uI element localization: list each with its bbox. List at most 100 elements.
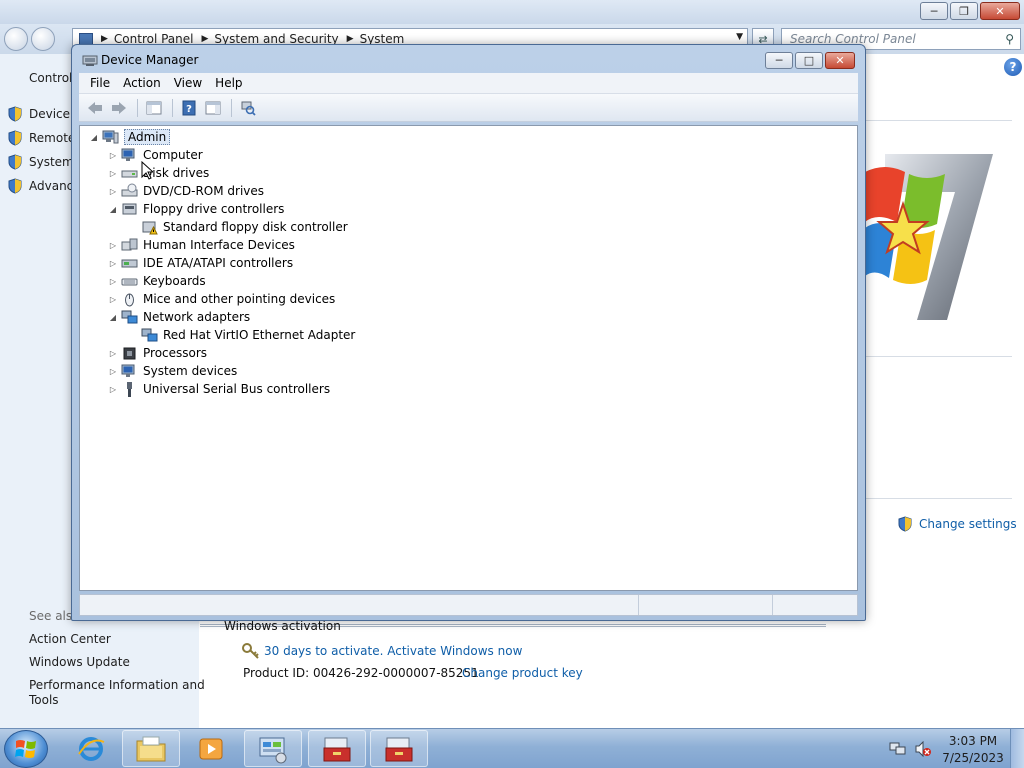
menu-file[interactable]: File (90, 76, 110, 90)
toolbar-back-button[interactable] (85, 98, 105, 118)
computer-management-taskbar-button[interactable] (370, 730, 428, 767)
performance-info-link-line2[interactable]: Tools (29, 693, 59, 707)
toolbox-icon (385, 737, 413, 761)
show-action-pane-button[interactable] (203, 98, 223, 118)
section-divider (862, 498, 1012, 499)
tree-category-row[interactable]: ▷ DVD/CD-ROM drives (80, 182, 264, 200)
tree-category-label: IDE ATA/ATAPI controllers (143, 256, 294, 270)
action-center-link[interactable]: Action Center (29, 632, 111, 646)
control-panel-home-link[interactable]: Control (29, 71, 72, 85)
tree-category-row[interactable]: ▷ System devices (80, 362, 237, 380)
tree-category-row[interactable]: ▷ IDE ATA/ATAPI controllers (80, 254, 293, 272)
search-icon[interactable]: ⚲ (1005, 32, 1014, 46)
activate-windows-link[interactable]: 30 days to activate. Activate Windows no… (242, 643, 522, 659)
change-product-key-link[interactable]: Change product key (462, 666, 583, 680)
mouse-cursor-icon (141, 161, 153, 180)
expand-arrow-icon[interactable]: ▷ (108, 276, 118, 286)
close-icon: ✕ (835, 54, 845, 67)
change-settings-link[interactable]: Change settings (898, 516, 1017, 532)
system-clock[interactable]: 3:03 PM 7/25/2023 (942, 733, 1004, 767)
tree-category-row[interactable]: ▷ Universal Serial Bus controllers (80, 380, 330, 398)
taskbar: 3:03 PM 7/25/2023 (0, 728, 1024, 768)
media-player-taskbar-button[interactable] (182, 730, 240, 767)
tree-category-row[interactable]: ◢ Floppy drive controllers (80, 200, 285, 218)
expand-arrow-icon[interactable]: ▷ (108, 348, 118, 358)
windows-activation-heading: Windows activation (224, 619, 341, 633)
ethernet-adapter-icon (141, 328, 158, 342)
media-player-icon (199, 738, 223, 759)
network-tray-icon[interactable] (889, 741, 907, 757)
collapse-arrow-icon[interactable]: ◢ (89, 132, 99, 142)
back-button[interactable] (4, 27, 28, 51)
breadcrumb-arrow-icon: ▶ (101, 34, 108, 44)
show-desktop-button[interactable] (1010, 729, 1024, 768)
windows-update-link[interactable]: Windows Update (29, 655, 130, 669)
system-protection-link[interactable]: System (8, 154, 74, 170)
device-tree[interactable]: ◢ Admin ▷ Computer ▷ Disk drives ▷ DVD/CD-ROM… (79, 125, 858, 591)
help-toolbar-button[interactable]: ? (179, 98, 199, 118)
action-pane-icon (205, 101, 221, 114)
expand-arrow-icon[interactable]: ▷ (108, 186, 118, 196)
expand-arrow-icon[interactable]: ▷ (108, 150, 118, 160)
show-hide-console-tree-button[interactable] (144, 98, 164, 118)
tree-device-row[interactable]: Red Hat VirtIO Ethernet Adapter (80, 326, 355, 344)
device-manager-title: Device Manager (101, 53, 199, 67)
expand-arrow-icon[interactable]: ▷ (108, 384, 118, 394)
cp-minimize-button[interactable]: ─ (920, 2, 948, 20)
forward-button[interactable] (31, 27, 55, 51)
tree-category-row[interactable]: ▷ Processors (80, 344, 207, 362)
address-dropdown-icon[interactable]: ▼ (736, 32, 743, 42)
folder-icon (136, 736, 166, 761)
menu-help[interactable]: Help (215, 76, 242, 90)
tree-category-row[interactable]: ▷ Mice and other pointing devices (80, 290, 335, 308)
expand-arrow-icon[interactable]: ▷ (108, 168, 118, 178)
tree-root-row[interactable]: ◢ Admin (80, 128, 171, 146)
expand-arrow-icon[interactable]: ▷ (108, 366, 118, 376)
control-panel-taskbar-button[interactable] (244, 730, 302, 767)
start-button[interactable] (4, 730, 48, 768)
internet-explorer-taskbar-button[interactable] (62, 730, 120, 767)
cp-restore-button[interactable]: ❐ (950, 2, 978, 20)
tree-category-row[interactable]: ▷ Keyboards (80, 272, 206, 290)
toolbar-separator (172, 98, 173, 117)
scan-hardware-changes-button[interactable] (238, 98, 258, 118)
collapse-arrow-icon[interactable]: ◢ (108, 204, 118, 214)
dm-maximize-button[interactable]: □ (795, 52, 823, 69)
windows-explorer-taskbar-button[interactable] (122, 730, 180, 767)
windows-7-logo (865, 154, 993, 320)
menu-action[interactable]: Action (123, 76, 161, 90)
expand-arrow-icon[interactable]: ▷ (108, 258, 118, 268)
collapse-arrow-icon[interactable]: ◢ (108, 312, 118, 322)
home-link-label: Control (29, 71, 73, 85)
expand-arrow-icon[interactable]: ▷ (108, 240, 118, 250)
processor-icon (123, 347, 136, 360)
breadcrumb-arrow-icon: ▶ (201, 34, 209, 44)
tree-device-row[interactable]: Standard floppy disk controller (80, 218, 348, 236)
volume-muted-tray-icon[interactable] (914, 741, 932, 757)
dm-minimize-button[interactable]: ─ (765, 52, 793, 69)
network-adapter-icon (121, 310, 138, 324)
cp-close-button[interactable]: ✕ (980, 2, 1020, 20)
tree-category-label: System devices (143, 364, 238, 378)
tree-category-row[interactable]: ▷ Human Interface Devices (80, 236, 295, 254)
advanced-settings-link[interactable]: Advance (8, 178, 81, 194)
remote-settings-link[interactable]: Remote (8, 130, 75, 146)
shield-icon (8, 154, 22, 170)
expand-arrow-icon[interactable]: ▷ (108, 294, 118, 304)
minimize-icon: ─ (930, 4, 938, 18)
back-arrow-icon (88, 101, 102, 114)
restore-icon: ❐ (959, 4, 969, 18)
menu-view[interactable]: View (174, 76, 202, 90)
activate-windows-label: 30 days to activate. Activate Windows no… (264, 644, 523, 658)
tree-root-label: Admin (124, 129, 171, 145)
help-button[interactable]: ? (1004, 58, 1022, 76)
clock-time: 3:03 PM (948, 734, 998, 748)
clock-date: 7/25/2023 (942, 751, 1004, 765)
device-manager-taskbar-button[interactable] (308, 730, 366, 767)
forward-arrow-icon (112, 101, 126, 114)
performance-info-link[interactable]: Performance Information and (29, 678, 205, 692)
dm-close-button[interactable]: ✕ (825, 52, 855, 69)
toolbar-forward-button[interactable] (109, 98, 129, 118)
tree-category-row[interactable]: ◢ Network adapters (80, 308, 250, 326)
toolbar: ? (79, 94, 858, 122)
